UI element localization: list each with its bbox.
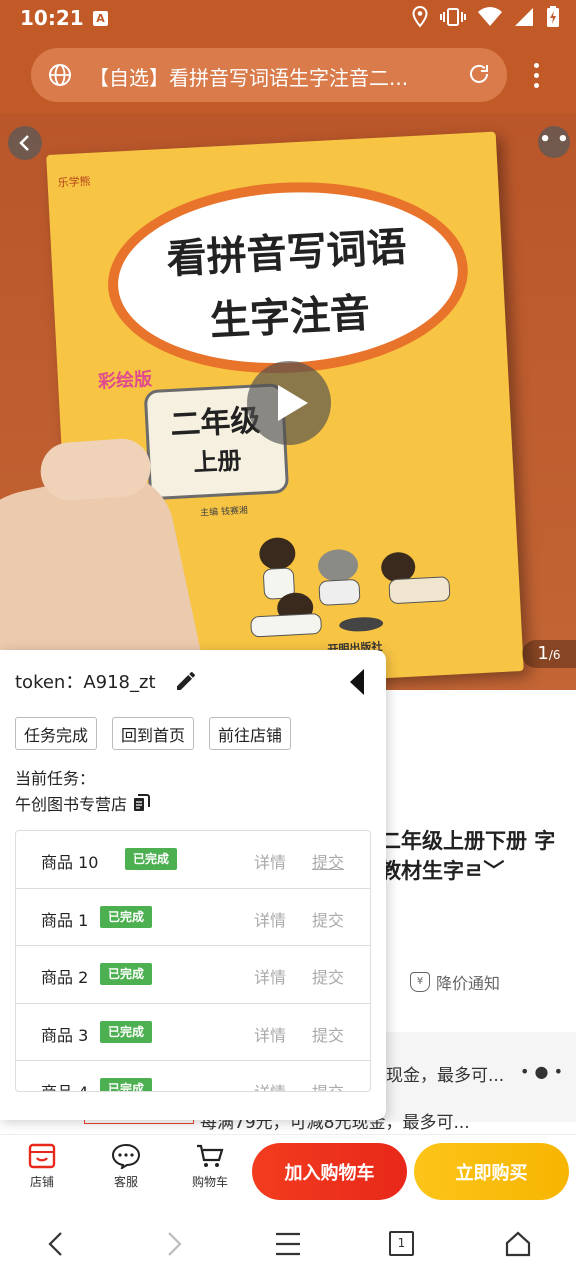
status-time: 10:21 [20, 6, 84, 30]
nav-home-icon[interactable] [504, 1230, 532, 1258]
kids-illustration [250, 537, 451, 638]
browser-top-area: 10:21 A 【自选】看拼音写词语生字注音二... [0, 0, 576, 113]
price-notice-icon: ¥ [410, 972, 430, 992]
more-options-button[interactable]: • • [538, 126, 570, 158]
wifi-icon [478, 7, 502, 27]
book-brand: 乐学熊 [57, 174, 91, 190]
detail-link[interactable]: 详情 [254, 1079, 286, 1091]
item-name: 商品 4 [41, 1079, 88, 1091]
location-icon [412, 6, 428, 28]
chevron-left-icon [19, 135, 29, 151]
status-badge: 已完成 [125, 848, 178, 870]
list-item: 商品 1 已完成 详情 提交 [16, 889, 370, 946]
task-panel: token：A918_zt 任务完成 回到首页 前往店铺 当前任务： 午创图书专… [0, 650, 386, 1120]
collapse-panel-icon[interactable] [348, 668, 366, 696]
add-to-cart-button[interactable]: 加入购物车 [252, 1143, 407, 1200]
submit-link[interactable]: 提交 [312, 849, 344, 873]
book-title-oval: 看拼音写词语 生字注音 [103, 173, 473, 382]
vibrate-icon [440, 8, 466, 26]
more-vert-icon[interactable] [528, 60, 544, 90]
store-label: 店铺 [29, 1175, 54, 1189]
submit-link[interactable]: 提交 [312, 1079, 344, 1091]
store-button[interactable]: 店铺 [12, 1143, 72, 1190]
service-button[interactable]: 客服 [96, 1143, 156, 1190]
edit-icon[interactable] [174, 669, 198, 693]
reload-icon[interactable] [467, 62, 491, 86]
status-bar: 10:21 A [0, 0, 576, 38]
detail-link[interactable]: 详情 [254, 907, 286, 931]
item-name: 商品 2 [41, 968, 89, 987]
price-notice-label: 降价通知 [436, 974, 501, 993]
back-button[interactable] [8, 126, 42, 160]
token-label: token： [15, 672, 84, 693]
list-item: 商品 3 已完成 详情 提交 [16, 1004, 370, 1061]
battery-icon [547, 6, 559, 27]
url-bar[interactable]: 【自选】看拼音写词语生字注音二... [31, 48, 507, 102]
coupon-pager-dots: • ● • [520, 1062, 564, 1081]
book-volume: 上册 [192, 446, 243, 477]
nav-tabs-button[interactable]: 1 [389, 1231, 414, 1256]
nav-menu-icon[interactable] [274, 1230, 302, 1258]
store-icon [28, 1143, 56, 1169]
cart-icon [197, 1144, 224, 1167]
notification-a-icon: A [93, 11, 108, 26]
token-value: A918_zt [83, 672, 156, 693]
status-badge: 已完成 [100, 905, 153, 928]
status-badge: 已完成 [100, 963, 153, 985]
status-icons [412, 6, 560, 28]
status-badge: 已完成 [100, 1078, 153, 1091]
submit-link[interactable]: 提交 [312, 1022, 344, 1046]
buy-now-button[interactable]: 立即购买 [414, 1143, 569, 1200]
cart-button[interactable]: 购物车 [180, 1143, 240, 1190]
item-list: 商品 10 已完成 详情 提交 商品 1 已完成 详情 提交 商品 2 已完成 … [15, 830, 371, 1092]
play-video-button[interactable] [247, 361, 331, 445]
image-counter: 1/6 [522, 640, 576, 668]
system-nav-bar: 1 [0, 1208, 576, 1280]
item-name: 商品 3 [41, 1025, 89, 1045]
current-task-store: 午创图书专营店 [15, 795, 128, 814]
book-title-line2: 生字注音 [208, 289, 372, 345]
go-to-store-button[interactable]: 前往店铺 [209, 717, 292, 750]
book-edition: 彩绘版 [97, 368, 153, 393]
book-title-line1: 看拼音写词语 [165, 223, 408, 283]
globe-icon [49, 64, 71, 86]
item-name: 商品 10 [41, 853, 99, 872]
panel-buttons: 任务完成 回到首页 前往店铺 [15, 717, 292, 750]
play-icon [278, 385, 308, 421]
list-item: 商品 10 已完成 详情 提交 [16, 831, 370, 889]
item-name: 商品 1 [41, 910, 89, 930]
product-title: 二年级上册下册 字教材生字ㄹ﹀ [380, 829, 556, 883]
service-label: 客服 [113, 1175, 138, 1189]
token-line: token：A918_zt [15, 668, 156, 694]
chat-icon [111, 1143, 141, 1169]
detail-link[interactable]: 详情 [254, 1022, 286, 1046]
status-badge: 已完成 [100, 1020, 153, 1043]
nav-forward-icon[interactable] [162, 1230, 186, 1258]
list-item: 商品 4 已完成 详情 提交 [16, 1061, 370, 1091]
cart-label: 购物车 [191, 1175, 228, 1189]
detail-link[interactable]: 详情 [254, 964, 286, 988]
nav-back-icon[interactable] [44, 1230, 68, 1258]
coupon-text: 现金，最多可... [386, 1066, 505, 1086]
bottom-action-bar: 店铺 客服 购物车 加入购物车 立即购买 [0, 1134, 576, 1208]
detail-link[interactable]: 详情 [254, 849, 286, 873]
page-title: 【自选】看拼音写词语生字注音二... [89, 66, 409, 90]
submit-link[interactable]: 提交 [312, 964, 344, 988]
current-task-label: 当前任务： [15, 769, 96, 788]
submit-link[interactable]: 提交 [312, 907, 344, 931]
current-task-value: 午创图书专营店 [15, 791, 151, 815]
back-to-home-button[interactable]: 回到首页 [112, 717, 195, 750]
price-notice-button[interactable]: ¥ 降价通知 [410, 970, 500, 994]
signal-icon [515, 8, 533, 26]
list-item: 商品 2 已完成 详情 提交 [16, 946, 370, 1004]
copy-icon[interactable] [133, 794, 151, 812]
task-complete-button[interactable]: 任务完成 [15, 717, 98, 750]
